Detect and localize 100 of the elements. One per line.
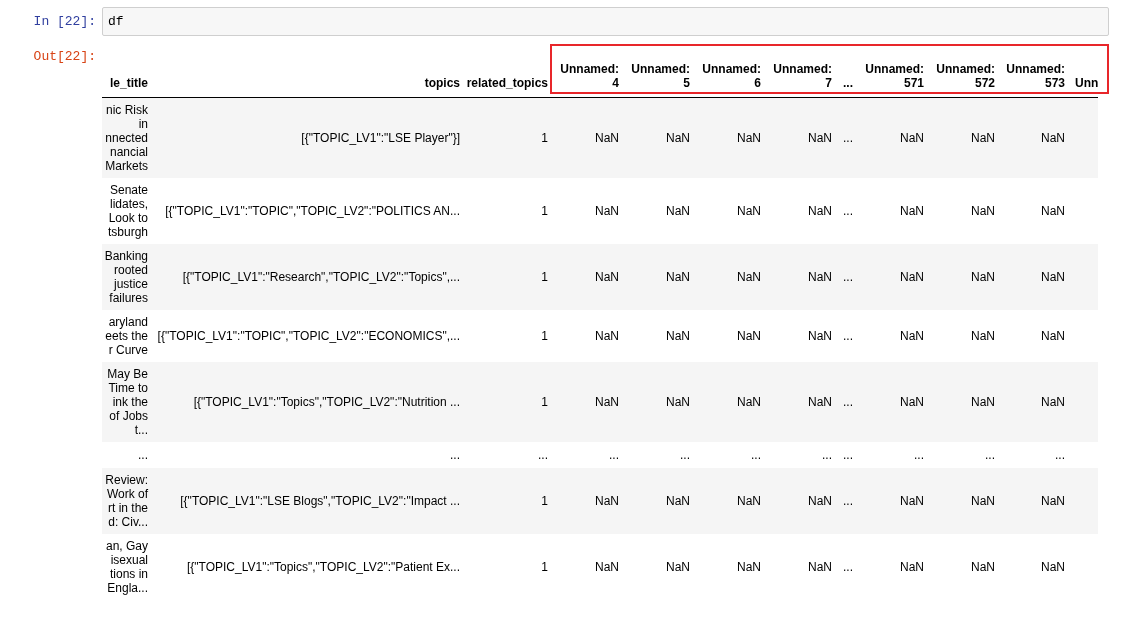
table-cell: NaN bbox=[595, 329, 619, 343]
table-cell: NaN bbox=[1041, 494, 1065, 508]
table-cell: NaN bbox=[900, 329, 924, 343]
table-cell: NaN bbox=[666, 494, 690, 508]
table-cell: ... bbox=[138, 448, 148, 462]
table-cell: 1 bbox=[541, 494, 548, 508]
table-cell: ... bbox=[751, 448, 761, 462]
table-cell: NaN bbox=[808, 494, 832, 508]
table-cell: ... bbox=[985, 448, 995, 462]
table-cell: ... bbox=[609, 448, 619, 462]
table-cell: ... bbox=[843, 270, 853, 284]
table-cell: NaN bbox=[1041, 560, 1065, 574]
table-cell: May Be Time to ink the of Jobs t... bbox=[107, 367, 148, 437]
column-header: le_title bbox=[110, 76, 148, 90]
table-cell: NaN bbox=[808, 560, 832, 574]
table-cell: NaN bbox=[900, 204, 924, 218]
table-cell: ... bbox=[680, 448, 690, 462]
table-cell: [{"TOPIC_LV1":"TOPIC","TOPIC_LV2":"ECONOMICS",... bbox=[157, 329, 460, 343]
table-cell: NaN bbox=[900, 395, 924, 409]
table-cell: [{"TOPIC_LV1":"LSE Player"}] bbox=[301, 131, 460, 145]
table-cell: NaN bbox=[595, 494, 619, 508]
table-cell: NaN bbox=[808, 395, 832, 409]
column-header: Unnamed: 7 bbox=[772, 62, 832, 90]
table-cell: NaN bbox=[971, 560, 995, 574]
code-input[interactable]: df bbox=[102, 7, 1109, 36]
table-cell: 1 bbox=[541, 270, 548, 284]
table-cell: NaN bbox=[971, 494, 995, 508]
table-cell: NaN bbox=[737, 204, 761, 218]
table-cell: [{"TOPIC_LV1":"TOPIC","TOPIC_LV2":"POLITICS AN... bbox=[165, 204, 460, 218]
table-cell: [{"TOPIC_LV1":"Research","TOPIC_LV2":"Topics",... bbox=[182, 270, 460, 284]
column-header: Unn bbox=[1075, 76, 1098, 90]
table-cell: NaN bbox=[808, 329, 832, 343]
table-cell: ... bbox=[843, 395, 853, 409]
table-cell: ... bbox=[1055, 448, 1065, 462]
table-cell: NaN bbox=[900, 494, 924, 508]
table-cell: NaN bbox=[971, 395, 995, 409]
table-cell: NaN bbox=[595, 131, 619, 145]
table-cell: NaN bbox=[737, 270, 761, 284]
column-header: Unnamed: 4 bbox=[559, 62, 619, 90]
table-cell: NaN bbox=[666, 270, 690, 284]
table-cell: ... bbox=[450, 448, 460, 462]
table-cell: NaN bbox=[1041, 270, 1065, 284]
table-cell: NaN bbox=[808, 131, 832, 145]
table-cell: ... bbox=[843, 560, 853, 574]
column-header: Unnamed: 572 bbox=[935, 62, 995, 90]
table-cell: NaN bbox=[666, 131, 690, 145]
table-cell: NaN bbox=[808, 270, 832, 284]
table-cell: an, Gay isexual tions in Engla... bbox=[105, 539, 148, 595]
table-cell: NaN bbox=[900, 270, 924, 284]
table-cell: NaN bbox=[595, 204, 619, 218]
table-cell: NaN bbox=[737, 131, 761, 145]
table-cell: NaN bbox=[971, 131, 995, 145]
column-header: ... bbox=[843, 76, 853, 90]
table-cell: NaN bbox=[971, 270, 995, 284]
column-header: topics bbox=[424, 76, 460, 90]
table-cell: 1 bbox=[541, 204, 548, 218]
table-cell: ... bbox=[843, 329, 853, 343]
table-cell: NaN bbox=[1041, 329, 1065, 343]
table-cell: aryland eets the r Curve bbox=[105, 315, 148, 357]
column-header: Unnamed: 571 bbox=[864, 62, 924, 90]
table-cell: NaN bbox=[737, 329, 761, 343]
table-cell: 1 bbox=[541, 329, 548, 343]
column-header: Unnamed: 573 bbox=[1005, 62, 1065, 90]
table-cell: [{"TOPIC_LV1":"Topics","TOPIC_LV2":"Nutrition ... bbox=[193, 395, 460, 409]
output-prompt: Out[22]: bbox=[32, 48, 97, 66]
table-cell: Banking rooted justice failures bbox=[104, 249, 148, 305]
table-cell: NaN bbox=[900, 560, 924, 574]
column-header: related_topics bbox=[466, 76, 548, 90]
table-cell: ... bbox=[843, 448, 853, 462]
table-cell: [{"TOPIC_LV1":"Topics","TOPIC_LV2":"Patient Ex... bbox=[186, 560, 460, 574]
table-cell: ... bbox=[843, 204, 853, 218]
table-cell: 1 bbox=[541, 395, 548, 409]
table-cell: NaN bbox=[595, 395, 619, 409]
column-header: Unnamed: 6 bbox=[701, 62, 761, 90]
table-cell: NaN bbox=[666, 395, 690, 409]
column-header: Unnamed: 5 bbox=[630, 62, 690, 90]
table-cell: ... bbox=[843, 494, 853, 508]
table-cell: [{"TOPIC_LV1":"LSE Blogs","TOPIC_LV2":"Impact ... bbox=[180, 494, 460, 508]
table-cell: NaN bbox=[666, 329, 690, 343]
table-cell: NaN bbox=[737, 560, 761, 574]
table-cell: NaN bbox=[1041, 395, 1065, 409]
table-cell: 1 bbox=[541, 560, 548, 574]
table-cell: NaN bbox=[971, 329, 995, 343]
input-prompt: In [22]: bbox=[32, 13, 97, 31]
table-cell: nic Risk in nnected nancial Markets bbox=[105, 103, 148, 173]
table-cell: NaN bbox=[666, 204, 690, 218]
table-cell: 1 bbox=[541, 131, 548, 145]
table-cell: ... bbox=[538, 448, 548, 462]
table-cell: ... bbox=[843, 131, 853, 145]
table-cell: ... bbox=[822, 448, 832, 462]
table-cell: ... bbox=[914, 448, 924, 462]
table-cell: NaN bbox=[737, 395, 761, 409]
table-cell: Review: Work of rt in the d: Civ... bbox=[105, 473, 148, 529]
table-cell: NaN bbox=[1041, 204, 1065, 218]
table-cell: NaN bbox=[737, 494, 761, 508]
table-cell: NaN bbox=[971, 204, 995, 218]
table-cell: NaN bbox=[1041, 131, 1065, 145]
table-cell: Senate lidates, Look to tsburgh bbox=[107, 183, 148, 239]
table-cell: NaN bbox=[808, 204, 832, 218]
table-cell: NaN bbox=[900, 131, 924, 145]
